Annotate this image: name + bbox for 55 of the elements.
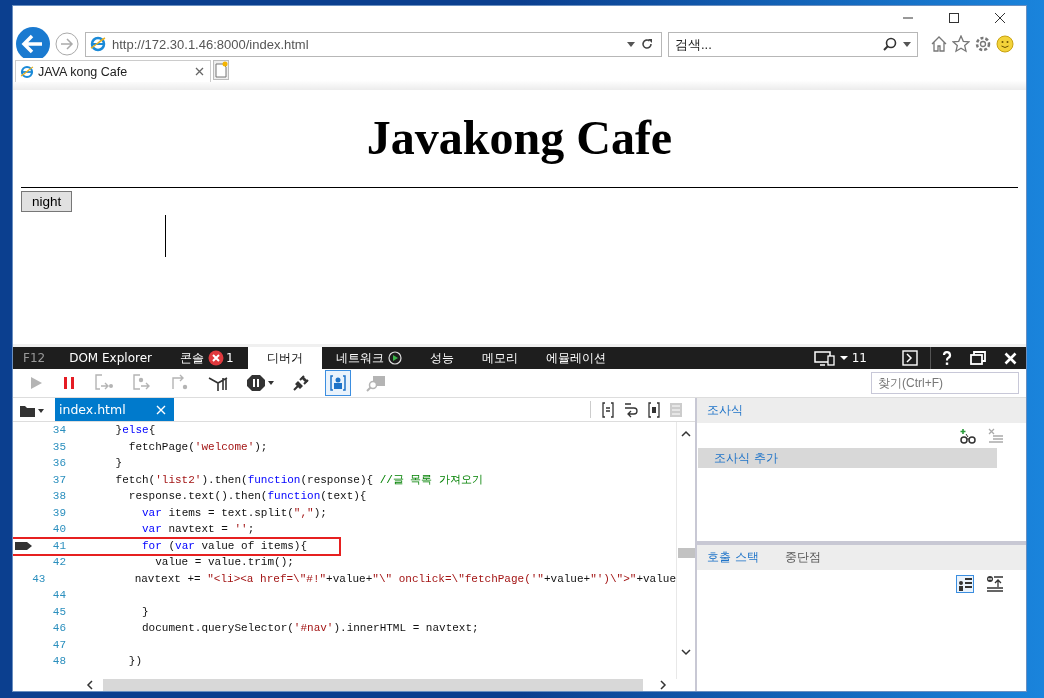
add-watch-row[interactable]: 조사식 추가 (698, 448, 997, 468)
code-line: }) (127, 655, 142, 668)
devtools-tab[interactable]: 성능 (415, 347, 468, 369)
tab-label: 네트워크 (335, 349, 384, 367)
code-line: for (var value of items){ (141, 539, 308, 552)
line-number: 48 (51, 655, 66, 668)
code-line: document.querySelector('#nav').innerHTML = navtext; (141, 622, 479, 635)
code-line: navtext += "<li><a href=\"#!"+value+"\" onclick=\"fetchPage('"+value+"')\">"+value (133, 572, 676, 585)
code-line: }else{ (114, 424, 156, 437)
line-number: 43 (32, 572, 46, 585)
devtools-tab[interactable]: 디버거 (247, 347, 322, 369)
code-line: fetch('list2').then(function(response){ //글 목록 가져오기 (114, 473, 484, 488)
line-number: 45 (51, 605, 66, 618)
search-box[interactable]: 검색... (668, 31, 918, 57)
line-number: 36 (51, 457, 66, 470)
panel-title: 조사식 (697, 398, 1026, 423)
line-number: 41 (51, 539, 66, 552)
file-name: index.html (59, 402, 126, 417)
file-tab[interactable]: index.html (55, 398, 174, 421)
f12-label: F12 (22, 350, 47, 367)
code-line: var items = text.split(","); (141, 506, 327, 519)
tab-title: JAVA kong Cafe (38, 64, 128, 79)
address-field[interactable]: http://172.30.1.46:8000/index.html (85, 31, 662, 57)
network-tab[interactable]: 네트워크 (321, 347, 416, 369)
line-number: 44 (51, 589, 66, 602)
error-count: 1 (226, 351, 234, 365)
line-number: 42 (51, 556, 66, 569)
line-number: 38 (51, 490, 66, 503)
code-line: fetchPage('welcome'); (127, 440, 268, 453)
code-line: } (141, 605, 149, 618)
devtools-tab[interactable]: 에뮬레이션 (531, 347, 620, 369)
line-number: 34 (51, 424, 66, 437)
night-button[interactable]: night (21, 191, 73, 212)
line-number: 39 (51, 506, 66, 519)
devtools-tab[interactable]: DOM Explorer (55, 347, 166, 369)
document-mode-text: 11 (851, 351, 867, 365)
url-text: http://172.30.1.46:8000/index.html (112, 36, 309, 52)
line-number: 37 (51, 473, 66, 486)
find-field[interactable]: 찾기(Ctrl+F) (871, 372, 1019, 394)
code-line: var navtext = ''; (141, 523, 255, 536)
code-line: response.text().then(function(text){ (127, 490, 367, 503)
devtools-tab[interactable]: 메모리 (467, 347, 532, 369)
line-number: 35 (51, 440, 66, 453)
tab-label: 콘솔 (180, 349, 204, 367)
code-line: } (114, 457, 123, 470)
line-number: 46 (51, 622, 66, 635)
code-line: value = value.trim(); (154, 556, 294, 569)
panel-tab[interactable]: 중단점 (784, 549, 821, 566)
page-heading: Javakong Cafe (365, 110, 674, 166)
browser-tab[interactable]: JAVA kong Cafe (15, 60, 211, 82)
panel-tab[interactable]: 호출 스택 (707, 549, 759, 566)
document-mode-button[interactable]: 11 (805, 347, 893, 369)
console-tab[interactable]: 콘솔 1 (166, 347, 248, 369)
line-number: 47 (51, 638, 66, 651)
line-number: 40 (51, 523, 66, 536)
